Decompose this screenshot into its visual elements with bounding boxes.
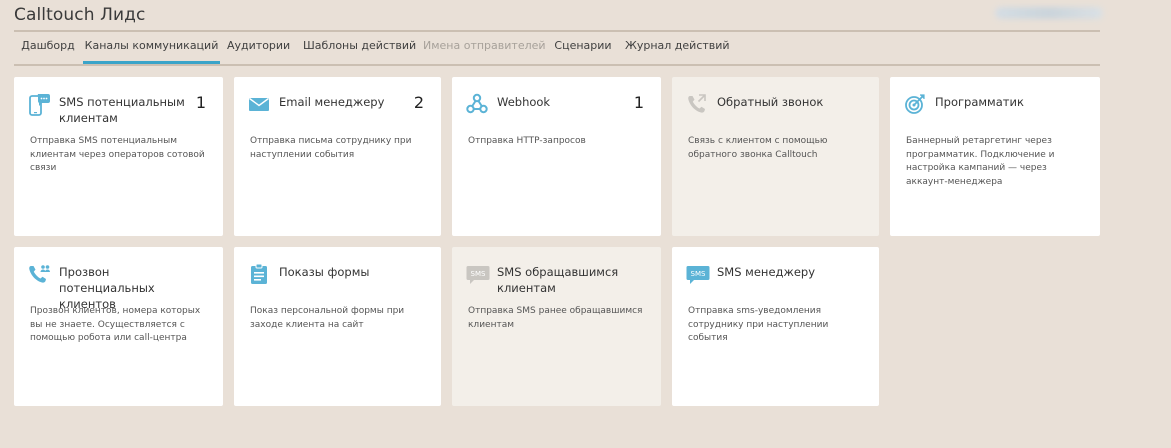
channel-count: 2 bbox=[413, 93, 424, 112]
channel-description: Показ персональной формы при заходе клие… bbox=[250, 306, 405, 330]
svg-text:SMS: SMS bbox=[691, 270, 706, 278]
channel-card-sms-previous[interactable]: SMS SMS обращавшимся клиентам Отправка S… bbox=[452, 247, 661, 406]
channel-title: Webhook bbox=[497, 95, 551, 109]
sms-phone-icon bbox=[28, 93, 50, 116]
channel-title: SMS обращавшимся клиентам bbox=[497, 265, 619, 295]
channel-title: Программатик bbox=[935, 95, 1024, 109]
channel-description: Отправка sms-уведомления сотруднику при … bbox=[688, 306, 829, 343]
channel-title: Показы формы bbox=[279, 265, 370, 279]
webhook-icon bbox=[466, 93, 488, 115]
channel-card-sms-potential[interactable]: SMS потенциальным клиентам 1 Отправка SM… bbox=[14, 77, 223, 236]
channel-title: Обратный звонок bbox=[717, 95, 824, 109]
channel-card-form-shows[interactable]: Показы формы Показ персональной формы пр… bbox=[234, 247, 441, 406]
channel-description: Отправка письма сотруднику при наступлен… bbox=[250, 136, 412, 160]
channel-card-sms-manager[interactable]: SMS SMS менеджеру Отправка sms-уведомлен… bbox=[672, 247, 879, 406]
sms-bubble-icon: SMS bbox=[686, 263, 710, 285]
clipboard-icon bbox=[248, 263, 270, 285]
channel-card-email-manager[interactable]: Email менеджеру 2 Отправка письма сотруд… bbox=[234, 77, 441, 236]
tab-communication-channels[interactable]: Каналы коммуникаций bbox=[83, 32, 220, 64]
channel-count: 1 bbox=[633, 93, 644, 112]
channel-card-call-potential[interactable]: Прозвон потенциальных клиентов Прозвон к… bbox=[14, 247, 223, 406]
channel-card-webhook[interactable]: Webhook 1 Отправка HTTP-запросов bbox=[452, 77, 661, 236]
channel-description: Отправка SMS ранее обращавшимся клиентам bbox=[468, 306, 643, 330]
phone-users-icon bbox=[28, 263, 50, 285]
channel-description: Баннерный ретаргетинг через программатик… bbox=[906, 136, 1055, 187]
channel-description: Связь с клиентом с помощью обратного зво… bbox=[688, 136, 828, 160]
channel-description: Прозвон клиентов, номера которых вы не з… bbox=[30, 306, 201, 343]
svg-text:SMS: SMS bbox=[471, 270, 486, 278]
channel-card-programmatic[interactable]: Программатик Баннерный ретаргетинг через… bbox=[890, 77, 1100, 236]
channel-card-callback[interactable]: Обратный звонок Связь с клиентом с помощ… bbox=[672, 77, 879, 236]
envelope-icon bbox=[248, 93, 270, 115]
tab-action-log[interactable]: Журнал действий bbox=[625, 32, 730, 64]
channel-count: 1 bbox=[195, 93, 206, 112]
sms-bubble-icon: SMS bbox=[466, 263, 490, 285]
channel-title: SMS менеджеру bbox=[717, 265, 816, 279]
channel-description: Отправка HTTP-запросов bbox=[468, 136, 586, 146]
tab-dashboard[interactable]: Дашборд bbox=[16, 32, 80, 64]
tab-scenarios[interactable]: Сценарии bbox=[553, 32, 613, 64]
tabs-bar: Дашборд Каналы коммуникаций Аудитории Ша… bbox=[14, 32, 1100, 66]
tab-audiences[interactable]: Аудитории bbox=[227, 32, 290, 64]
tab-sender-names: Имена отправителей bbox=[423, 39, 546, 52]
callback-phone-icon bbox=[686, 93, 708, 115]
channel-description: Отправка SMS потенциальным клиентам чере… bbox=[30, 136, 205, 173]
user-account-blurred[interactable] bbox=[995, 7, 1103, 19]
tab-action-templates[interactable]: Шаблоны действий bbox=[303, 32, 416, 64]
channel-title: SMS потенциальным клиентам bbox=[59, 95, 185, 125]
channel-title: Email менеджеру bbox=[279, 95, 385, 109]
page-title: Calltouch Лидс bbox=[14, 5, 146, 25]
target-icon bbox=[904, 93, 926, 115]
